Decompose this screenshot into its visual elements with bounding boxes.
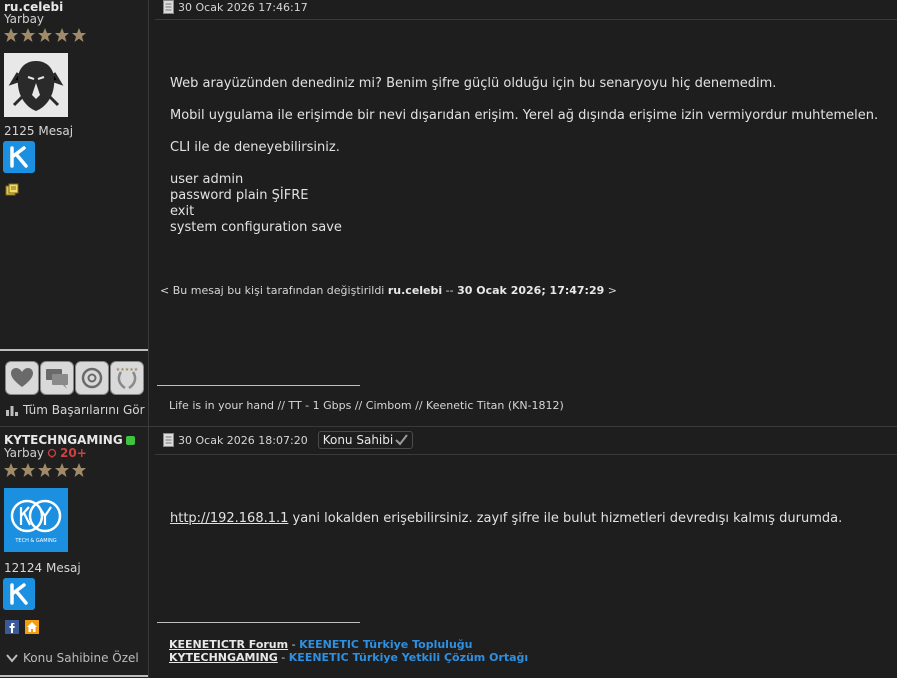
post-text-line: Web arayüzünden denediniz mi? Benim şifr… <box>170 76 777 91</box>
keenetic-badge-icon <box>3 141 35 173</box>
star-icon <box>72 463 86 477</box>
cli-line: system configuration save <box>170 220 342 235</box>
post-1-author-panel: ru.celebi Yarbay 2125 Mesaj ★★★★★ Tüm Ba… <box>0 0 149 426</box>
star-icon <box>55 463 69 477</box>
signature-divider <box>157 622 360 623</box>
star-icon <box>38 463 52 477</box>
author-avatar[interactable] <box>4 53 68 117</box>
channel-link[interactable]: KYTECHNGAMING <box>169 651 278 664</box>
owner-special-label[interactable]: Konu Sahibine Özel <box>23 651 139 665</box>
post-body: Web arayüzünden denediniz mi? Benim şifr… <box>170 76 878 236</box>
star-icon <box>4 28 18 42</box>
post-document-icon[interactable] <box>163 0 174 14</box>
cli-line: exit <box>170 204 195 219</box>
header-divider <box>155 454 897 455</box>
rank-stars <box>3 27 87 43</box>
website-home-icon[interactable] <box>25 620 39 634</box>
chat-achievement-icon[interactable] <box>40 361 74 395</box>
author-username[interactable]: KYTECHNGAMING <box>4 433 123 447</box>
rank-extra: 20+ <box>60 446 87 460</box>
star-icon <box>55 28 69 42</box>
post-2-content: 30 Ocak 2026 18:07:20 Konu Sahibi http:/… <box>149 427 897 678</box>
star-icon <box>72 28 86 42</box>
forum-link[interactable]: KEENETICTR Forum <box>169 638 288 651</box>
post-text: yani lokalden erişebilirsiniz. zayıf şif… <box>288 511 843 526</box>
star-icon <box>21 463 35 477</box>
sidebar-divider <box>0 349 148 351</box>
post-text-line: Mobil uygulama ile erişimde bir nevi dış… <box>170 108 879 123</box>
edit-notice: < Bu mesaj bu kişi tarafından değiştiril… <box>160 284 617 297</box>
author-rank-row: Yarbay 20+ <box>4 446 87 460</box>
cli-line: password plain ŞİFRE <box>170 188 309 203</box>
keenetic-badge-icon <box>3 578 35 610</box>
facebook-icon[interactable] <box>5 620 19 634</box>
partner-link[interactable]: KEENETIC Türkiye Yetkili Çözüm Ortağı <box>289 651 528 664</box>
post-body: http://192.168.1.1 yani lokalden erişebi… <box>170 511 842 527</box>
cli-line: user admin <box>170 172 244 187</box>
separator: - <box>277 651 289 664</box>
star-icon <box>4 463 18 477</box>
edit-notice-sep: -- <box>445 284 454 297</box>
author-rank: Yarbay <box>4 446 45 460</box>
separator: - <box>288 638 300 651</box>
author-avatar[interactable]: TECH & GAMING <box>4 488 68 552</box>
rank-stars <box>3 462 87 478</box>
star-icon <box>38 28 52 42</box>
heart-achievement-icon[interactable] <box>5 361 39 395</box>
post-header: 30 Ocak 2026 18:07:20 Konu Sahibi <box>163 431 414 449</box>
signature: Life is in your hand // TT - 1 Gbps // C… <box>169 399 564 412</box>
edit-notice-suffix: > <box>607 284 617 297</box>
post-date: 30 Ocak 2026 18:07:20 <box>178 433 308 447</box>
edit-notice-user[interactable]: ru.celebi <box>388 284 442 297</box>
signature-links: KEENETICTR Forum - KEENETIC Türkiye Topl… <box>169 638 528 664</box>
owner-special-toggle[interactable]: Konu Sahibine Özel <box>6 651 139 665</box>
post-date: 30 Ocak 2026 17:46:17 <box>178 0 308 14</box>
post-2-author-panel: KYTECHNGAMING Yarbay 20+ TECH & GAMING 1… <box>0 427 149 678</box>
post-header: 30 Ocak 2026 17:46:17 <box>163 0 308 14</box>
message-count[interactable]: 12124 Mesaj <box>4 561 81 575</box>
post-2: KYTECHNGAMING Yarbay 20+ TECH & GAMING 1… <box>0 426 897 678</box>
local-ip-link[interactable]: http://192.168.1.1 <box>170 511 288 526</box>
laurel-achievement-icon[interactable]: ★★★★★ <box>110 361 144 395</box>
post-1-content: 30 Ocak 2026 17:46:17 Web arayüzünden de… <box>149 0 897 426</box>
message-count[interactable]: 2125 Mesaj <box>4 124 73 138</box>
author-username-row: KYTECHNGAMING <box>4 433 135 447</box>
edit-notice-prefix: < Bu mesaj bu kişi tarafından değiştiril… <box>160 284 385 297</box>
all-achievements-label[interactable]: Tüm Başarılarını Gör <box>23 403 145 417</box>
mention-achievement-icon[interactable] <box>75 361 109 395</box>
avatar-caption: TECH & GAMING <box>14 538 56 544</box>
online-status-icon <box>125 435 135 445</box>
bar-chart-icon <box>6 406 18 416</box>
topic-owner-badge: Konu Sahibi <box>317 431 414 449</box>
post-text-line: CLI ile de deneyebilirsiniz. <box>170 140 340 155</box>
community-link[interactable]: KEENETIC Türkiye Topluluğu <box>299 638 472 651</box>
rank-medal-icon <box>47 448 57 458</box>
post-1: ru.celebi Yarbay 2125 Mesaj ★★★★★ Tüm Ba… <box>0 0 897 426</box>
header-divider <box>155 19 897 20</box>
notes-icon[interactable] <box>5 183 19 197</box>
topic-owner-label: Konu Sahibi <box>322 433 394 447</box>
signature-divider <box>157 385 360 386</box>
edit-notice-date: 30 Ocak 2026; 17:47:29 <box>457 284 605 297</box>
author-rank: Yarbay <box>4 12 45 26</box>
star-icon <box>21 28 35 42</box>
chevron-down-icon <box>6 654 18 663</box>
post-document-icon[interactable] <box>163 433 174 447</box>
svg-text:★★★★★: ★★★★★ <box>116 367 139 373</box>
checkmark-icon <box>395 434 408 446</box>
all-achievements-link[interactable]: Tüm Başarılarını Gör <box>6 403 145 417</box>
